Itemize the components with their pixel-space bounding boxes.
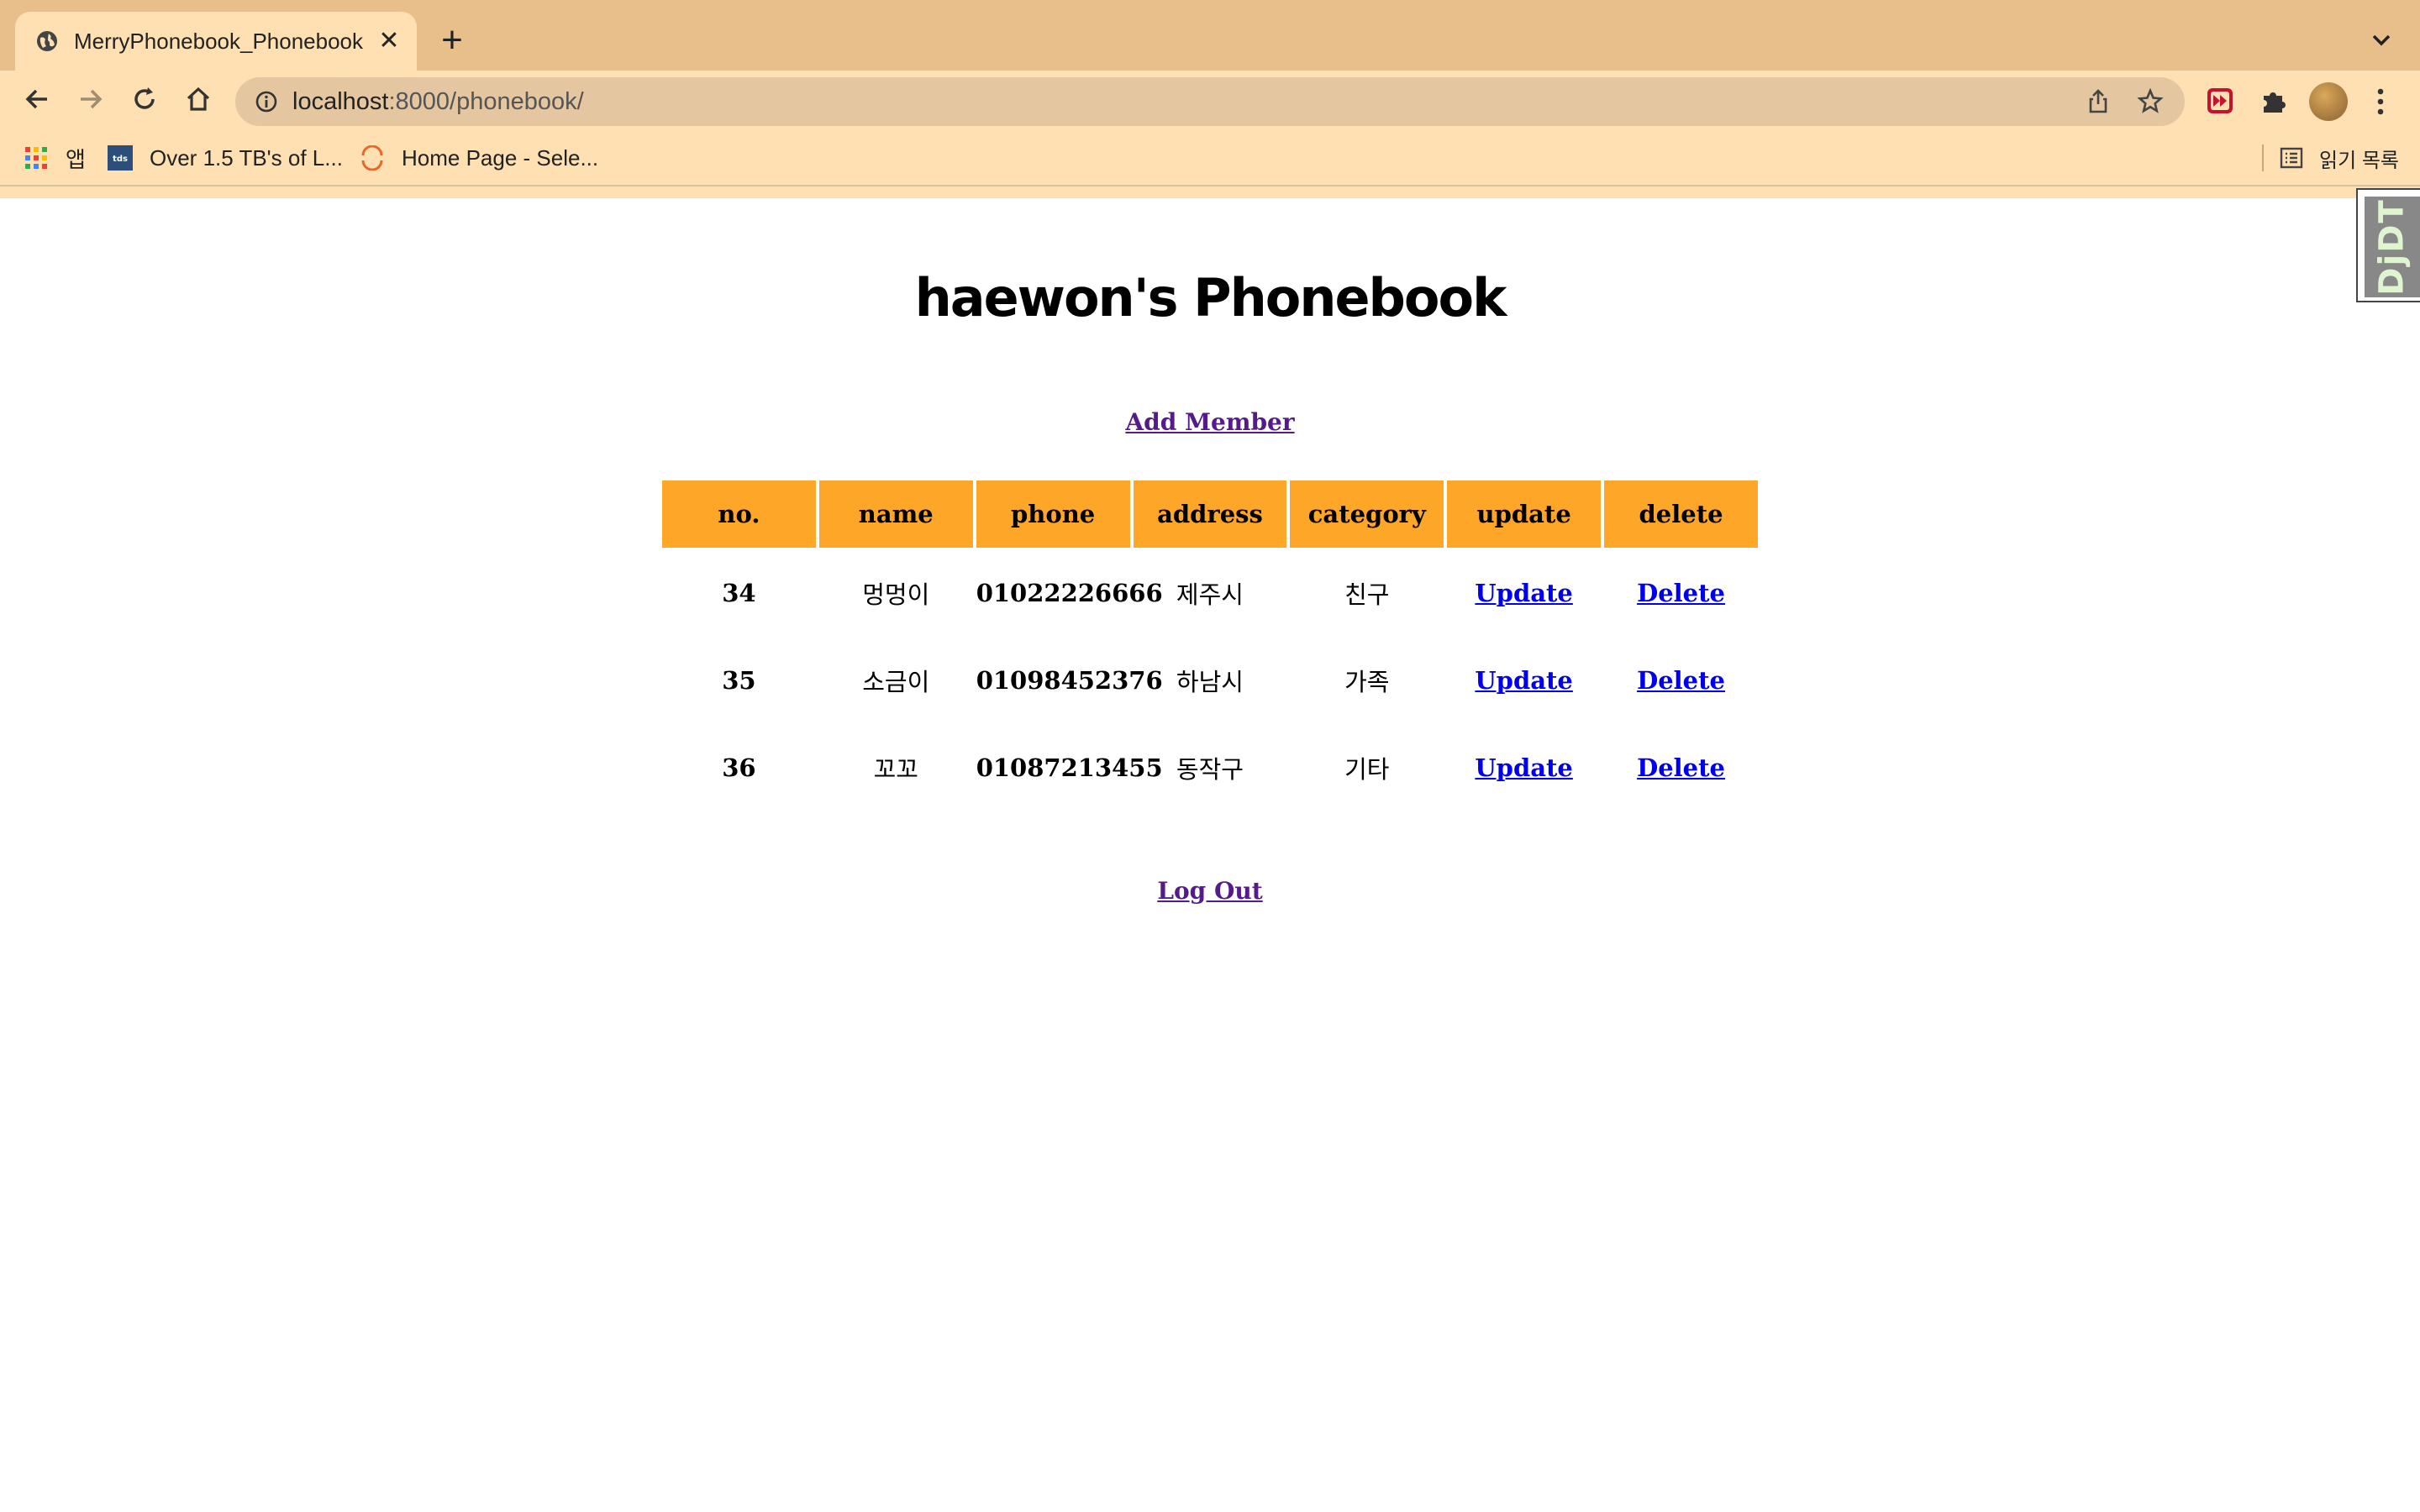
cell-name: 꼬꼬: [873, 755, 918, 784]
column-header-name: name: [818, 480, 973, 548]
cell-category: 기타: [1344, 755, 1390, 784]
logout-link[interactable]: Log Out: [1157, 877, 1262, 905]
delete-link[interactable]: Delete: [1637, 753, 1725, 782]
cell-no: 35: [722, 666, 756, 695]
puzzle-icon: [2264, 92, 2286, 113]
fast-forward-icon: [2207, 88, 2233, 113]
cell-delete: Delete: [1604, 551, 1758, 635]
cell-category: 가족: [1344, 668, 1390, 696]
reload-button[interactable]: [119, 74, 170, 124]
cell-phone: 01098452376: [976, 666, 1163, 695]
bookmark-label: 앱: [66, 146, 86, 172]
reading-list-icon: [2280, 147, 2303, 169]
bookmark-label: Over 1.5 TB's of L...: [150, 144, 343, 171]
home-icon: [187, 87, 210, 111]
bookmark-tds[interactable]: tds Over 1.5 TB's of L...: [108, 141, 343, 175]
delete-link[interactable]: Delete: [1637, 579, 1725, 607]
debug-toolbar-tab: DjDT: [2365, 197, 2420, 297]
forward-button[interactable]: [66, 74, 116, 124]
bookmark-apps[interactable]: 앱: [24, 141, 86, 175]
update-link[interactable]: Update: [1475, 666, 1572, 695]
extension-button[interactable]: [2202, 82, 2238, 119]
svg-text:tds: tds: [113, 155, 128, 164]
table-row: 36 꼬꼬 01087213455 동작구 기타 Update Delete: [662, 726, 1758, 810]
cell-delete: Delete: [1604, 638, 1758, 722]
cell-update: Update: [1447, 726, 1601, 810]
globe-icon: [37, 31, 57, 51]
debug-toolbar-label: DjDT: [2373, 198, 2412, 296]
home-button[interactable]: [173, 74, 224, 124]
tab-title: MerryPhonebook_Phonebook: [74, 29, 364, 54]
logout-container: Log Out: [0, 877, 2420, 905]
update-link[interactable]: Update: [1475, 579, 1572, 607]
column-header-delete: delete: [1604, 480, 1758, 548]
share-icon[interactable]: [2084, 87, 2112, 116]
back-button[interactable]: [12, 74, 62, 124]
phonebook-table: no. name phone address category update d…: [659, 477, 1761, 813]
cell-phone: 01087213455: [976, 753, 1163, 782]
close-tab-icon[interactable]: ✕: [375, 27, 403, 55]
cell-update: Update: [1447, 551, 1601, 635]
cell-name: 멍멍이: [862, 580, 930, 609]
avatar[interactable]: [2309, 82, 2348, 121]
cell-no: 34: [722, 579, 756, 607]
cell-update: Update: [1447, 638, 1601, 722]
column-header-update: update: [1447, 480, 1602, 548]
bookmark-selenium[interactable]: Home Page - Sele...: [360, 141, 598, 175]
add-member-link[interactable]: Add Member: [1125, 408, 1294, 436]
extensions-button[interactable]: [2255, 82, 2292, 119]
table-row: 34 멍멍이 01022226666 제주시 친구 Update Delete: [662, 551, 1758, 635]
cell-delete: Delete: [1604, 726, 1758, 810]
arrow-left-icon: [25, 89, 47, 109]
reading-list-label: 읽기 목록: [2319, 149, 2399, 172]
chevron-down-icon[interactable]: [2366, 25, 2396, 55]
cell-phone: 01022226666: [976, 579, 1163, 607]
cell-no: 36: [722, 753, 756, 782]
column-header-phone: phone: [976, 480, 1130, 548]
column-header-category: category: [1290, 480, 1444, 548]
page-title: haewon's Phonebook: [914, 267, 1507, 328]
divider: [2262, 144, 2264, 171]
browser-toolbar: localhost:8000/phonebook/ 앱 tds Over 1.5…: [0, 71, 2420, 198]
add-member-container: Add Member: [0, 408, 2420, 436]
tds-icon: tds: [108, 145, 133, 171]
tab-strip: MerryPhonebook_Phonebook ✕ +: [0, 0, 2420, 71]
update-link[interactable]: Update: [1475, 753, 1572, 782]
info-icon[interactable]: [254, 89, 279, 114]
delete-link[interactable]: Delete: [1637, 666, 1725, 695]
reload-icon: [134, 87, 155, 109]
debug-toolbar-handle[interactable]: DjDT: [2356, 188, 2420, 302]
column-header-no: no.: [662, 480, 816, 548]
selenium-icon: [361, 145, 383, 171]
table-row: 35 소금이 01098452376 하남시 가족 Update Delete: [662, 638, 1758, 722]
table-header-row: no. name phone address category update d…: [662, 480, 1758, 548]
reading-list-button[interactable]: 읽기 목록: [2279, 141, 2399, 175]
bookmark-label: Home Page - Sele...: [402, 144, 599, 171]
address-bar[interactable]: localhost:8000/phonebook/: [235, 77, 2185, 126]
star-icon[interactable]: [2136, 87, 2165, 116]
column-header-address: address: [1133, 480, 1287, 548]
apps-grid-icon: [25, 147, 47, 169]
new-tab-button[interactable]: +: [432, 20, 472, 60]
more-vert-icon[interactable]: [2368, 82, 2393, 121]
cell-name: 소금이: [862, 668, 930, 696]
divider: [0, 185, 2420, 186]
url-text[interactable]: localhost:8000/phonebook/: [292, 88, 584, 116]
arrow-right-icon: [81, 89, 103, 109]
cell-category: 친구: [1344, 580, 1390, 609]
browser-tab[interactable]: MerryPhonebook_Phonebook ✕: [15, 12, 417, 71]
bookmarks-bar: 앱 tds Over 1.5 TB's of L... Home Page - …: [0, 133, 2420, 198]
